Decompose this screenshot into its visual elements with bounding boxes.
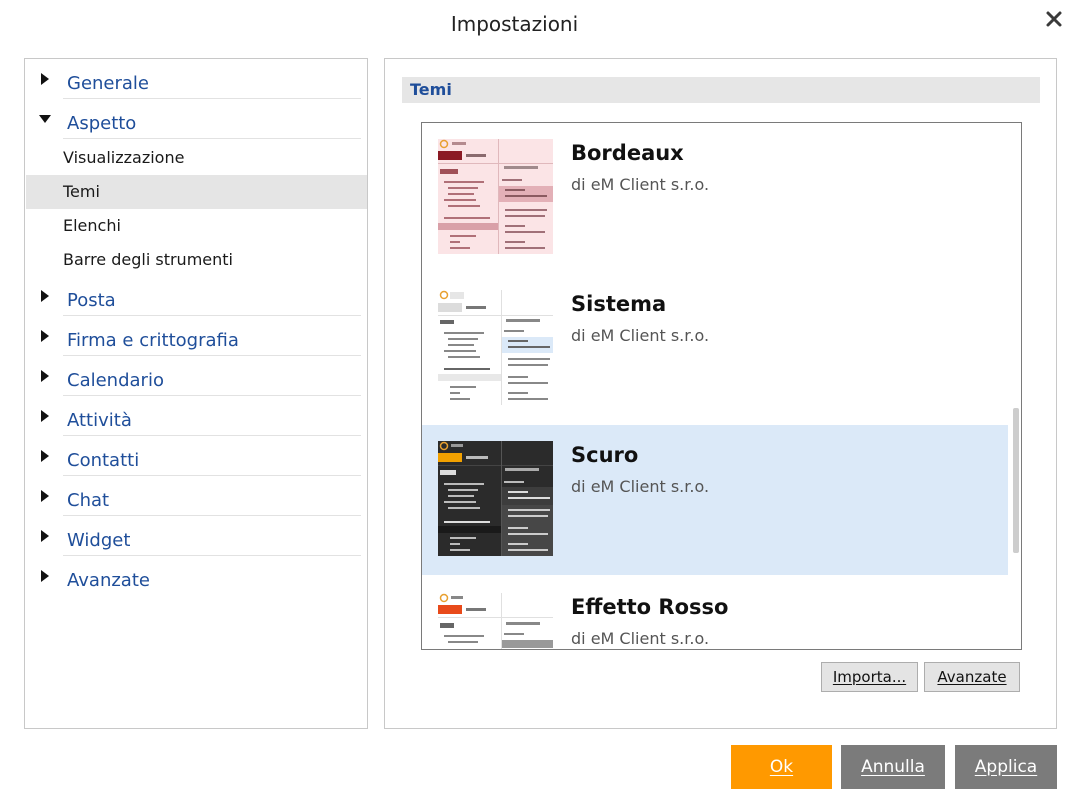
dialog-title: Impostazioni bbox=[450, 12, 579, 36]
expand-arrow-icon bbox=[41, 73, 49, 85]
nav-section-aspetto[interactable]: Aspetto bbox=[31, 99, 361, 139]
theme-author: di eM Client s.r.o. bbox=[571, 477, 710, 496]
theme-name: Sistema bbox=[571, 292, 667, 316]
nav-item-temi[interactable]: Temi bbox=[26, 175, 367, 209]
nav-section-chat[interactable]: Chat bbox=[31, 476, 361, 516]
expand-arrow-icon bbox=[41, 370, 49, 382]
ok-button[interactable]: Ok bbox=[731, 745, 832, 789]
expand-arrow-icon bbox=[41, 450, 49, 462]
import-button[interactable]: Importa... bbox=[821, 662, 918, 692]
theme-item-bordeaux[interactable]: Bordeaux di eM Client s.r.o. bbox=[422, 123, 1008, 273]
settings-nav: Generale Aspetto Visualizzazione Temi El… bbox=[24, 58, 368, 729]
expand-arrow-icon bbox=[41, 490, 49, 502]
nav-section-label: Firma e crittografia bbox=[67, 330, 239, 351]
close-button[interactable] bbox=[1043, 8, 1065, 30]
nav-section-label: Widget bbox=[67, 530, 131, 551]
nav-section-label: Contatti bbox=[67, 450, 140, 471]
theme-author: di eM Client s.r.o. bbox=[571, 326, 710, 345]
nav-section-label: Aspetto bbox=[67, 113, 137, 134]
theme-preview-image bbox=[438, 441, 553, 556]
nav-item-label: Temi bbox=[63, 182, 100, 201]
apply-button-label: Applica bbox=[974, 757, 1038, 777]
expand-arrow-icon bbox=[41, 330, 49, 342]
section-header: Temi bbox=[402, 77, 1040, 103]
theme-list-scrollbar[interactable] bbox=[1013, 408, 1019, 553]
theme-item-sistema[interactable]: Sistema di eM Client s.r.o. bbox=[422, 274, 1008, 424]
import-button-label: Importa... bbox=[832, 668, 907, 686]
nav-section-label: Avanzate bbox=[67, 570, 150, 591]
nav-section-posta[interactable]: Posta bbox=[31, 276, 361, 316]
theme-author: di eM Client s.r.o. bbox=[571, 629, 710, 648]
nav-section-label: Posta bbox=[67, 290, 116, 311]
theme-preview-image bbox=[438, 593, 553, 649]
expand-arrow-icon bbox=[41, 290, 49, 302]
nav-item-elenchi[interactable]: Elenchi bbox=[26, 209, 367, 243]
nav-section-generale[interactable]: Generale bbox=[31, 59, 361, 99]
nav-item-barre-strumenti[interactable]: Barre degli strumenti bbox=[26, 243, 367, 277]
theme-item-effetto-rosso[interactable]: Effetto Rosso di eM Client s.r.o. bbox=[422, 577, 1008, 649]
nav-section-widget[interactable]: Widget bbox=[31, 516, 361, 556]
nav-section-label: Attività bbox=[67, 410, 132, 431]
theme-name: Bordeaux bbox=[571, 141, 684, 165]
nav-section-attivita[interactable]: Attività bbox=[31, 396, 361, 436]
advanced-button[interactable]: Avanzate bbox=[924, 662, 1020, 692]
theme-list[interactable]: Bordeaux di eM Client s.r.o. Sistema di … bbox=[421, 122, 1022, 650]
theme-item-scuro[interactable]: Scuro di eM Client s.r.o. bbox=[422, 425, 1008, 575]
cancel-button[interactable]: Annulla bbox=[841, 745, 945, 789]
theme-preview-image bbox=[438, 139, 553, 254]
collapse-arrow-icon bbox=[39, 115, 51, 123]
section-title: Temi bbox=[410, 80, 452, 99]
close-icon bbox=[1046, 11, 1062, 27]
nav-section-contatti[interactable]: Contatti bbox=[31, 436, 361, 476]
nav-section-firma[interactable]: Firma e crittografia bbox=[31, 316, 361, 356]
cancel-button-label: Annulla bbox=[861, 757, 925, 777]
expand-arrow-icon bbox=[41, 570, 49, 582]
settings-content: Temi Bordeaux di eM Client s.r.o. Sistem… bbox=[384, 58, 1057, 729]
nav-section-avanzate[interactable]: Avanzate bbox=[31, 556, 361, 596]
nav-item-label: Elenchi bbox=[63, 216, 121, 235]
theme-name: Effetto Rosso bbox=[571, 595, 729, 619]
apply-button[interactable]: Applica bbox=[955, 745, 1057, 789]
nav-item-label: Visualizzazione bbox=[63, 148, 185, 167]
nav-section-calendario[interactable]: Calendario bbox=[31, 356, 361, 396]
nav-section-label: Generale bbox=[67, 73, 150, 94]
theme-preview-image bbox=[438, 290, 553, 405]
theme-author: di eM Client s.r.o. bbox=[571, 175, 710, 194]
nav-item-label: Barre degli strumenti bbox=[63, 250, 233, 269]
theme-name: Scuro bbox=[571, 443, 639, 467]
ok-button-label: Ok bbox=[769, 757, 794, 777]
expand-arrow-icon bbox=[41, 410, 49, 422]
nav-section-label: Calendario bbox=[67, 370, 164, 391]
nav-item-visualizzazione[interactable]: Visualizzazione bbox=[26, 141, 367, 175]
advanced-button-label: Avanzate bbox=[937, 668, 1007, 686]
expand-arrow-icon bbox=[41, 530, 49, 542]
nav-section-label: Chat bbox=[67, 490, 110, 511]
